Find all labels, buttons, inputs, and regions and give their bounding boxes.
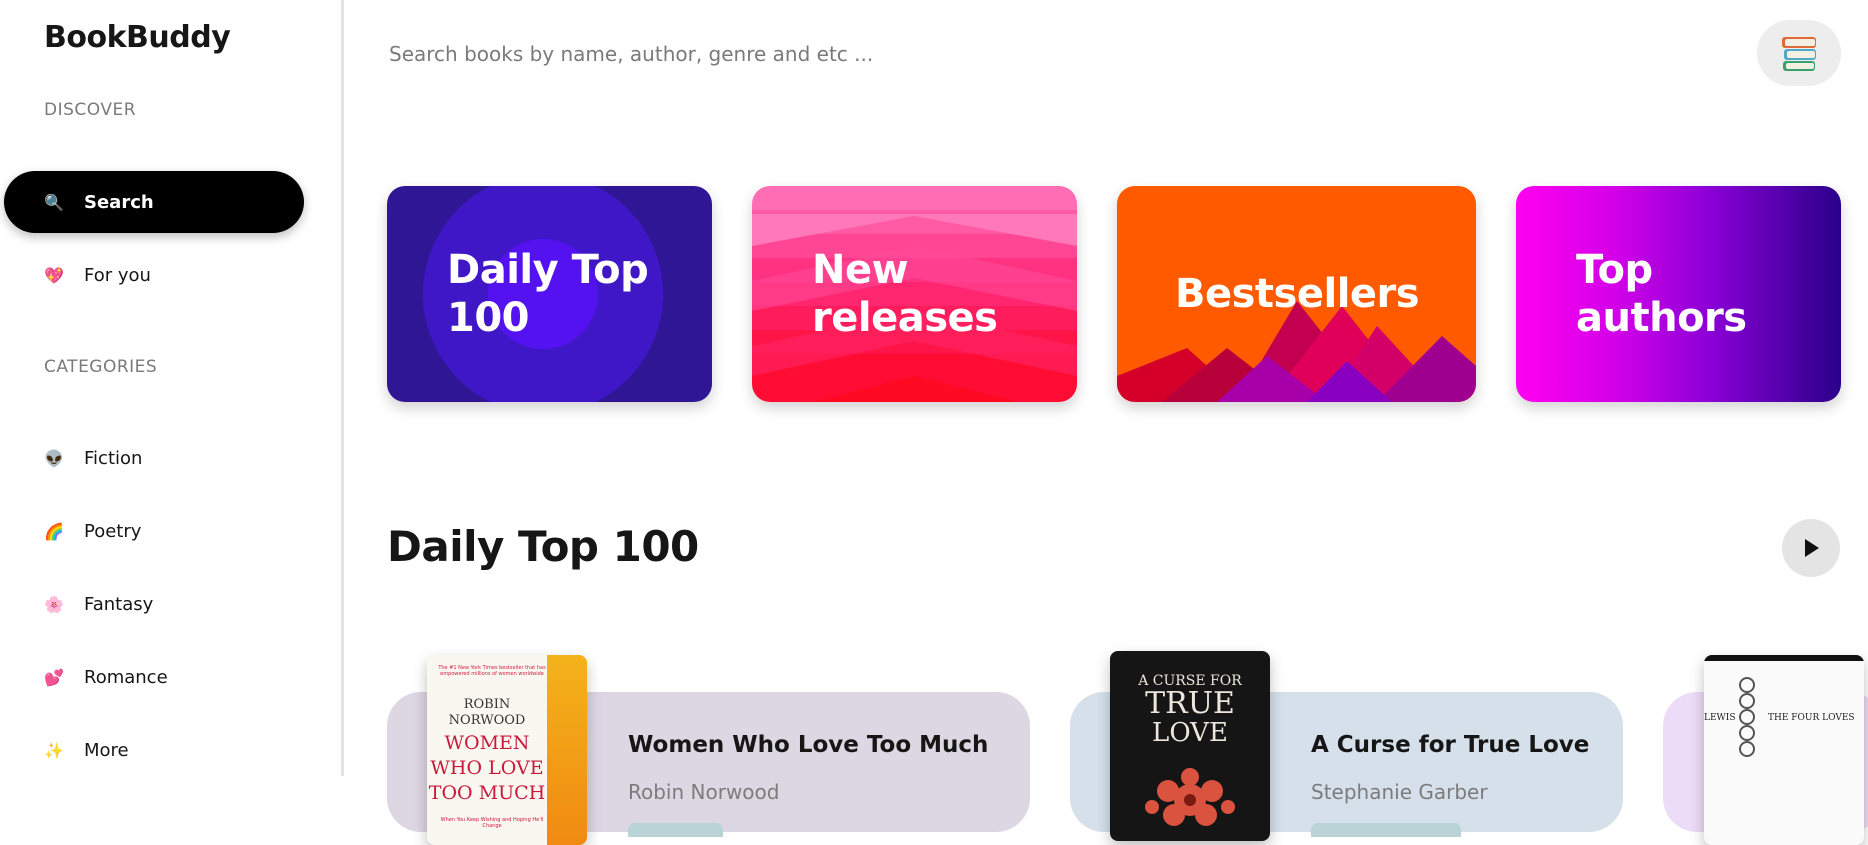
cover-title-line: WOMEN <box>444 732 530 754</box>
sidebar-item-label: Romance <box>84 666 168 688</box>
cover-title-line: TRUE <box>1145 686 1235 721</box>
categories-heading: CATEGORIES <box>44 357 158 377</box>
book-title[interactable]: A Curse for True Love <box>1311 732 1589 758</box>
sidebar-item-for-you[interactable]: 💖 For you <box>4 244 304 306</box>
alien-icon: 👽 <box>44 448 64 468</box>
cover-author-last: NORWOOD <box>448 713 526 728</box>
tile-label: authors <box>1576 295 1747 341</box>
chain-ornament <box>1739 677 1755 757</box>
sidebar-item-more[interactable]: ✨ More <box>4 719 304 781</box>
sidebar-item-fantasy[interactable]: 🌸 Fantasy <box>4 573 304 635</box>
cover-title-line: LOVE <box>1152 718 1228 748</box>
tile-label: New <box>812 247 909 293</box>
sparkles-icon: ✨ <box>44 740 64 760</box>
book-tag <box>1311 823 1461 837</box>
book-author: Stephanie Garber <box>1311 780 1488 804</box>
tile-top-authors[interactable]: Top authors <box>1516 186 1841 402</box>
sidebar-item-label: For you <box>84 264 151 286</box>
sidebar-item-label: Fiction <box>84 447 143 469</box>
rainbow-icon: 🌈 <box>44 521 64 541</box>
cover-tagline: The #1 New York Times bestseller that ha… <box>438 665 546 677</box>
tile-label: Daily Top <box>447 247 649 293</box>
play-icon <box>1805 539 1819 557</box>
tile-daily-top-100[interactable]: Daily Top 100 <box>387 186 712 402</box>
flower-ornament <box>1145 768 1235 826</box>
search-input[interactable] <box>387 38 1211 70</box>
sidebar-item-fiction[interactable]: 👽 Fiction <box>4 427 304 489</box>
sidebar-item-label: Search <box>84 191 154 213</box>
play-button[interactable] <box>1782 519 1840 577</box>
tile-bestsellers[interactable]: Bestsellers <box>1117 186 1476 402</box>
tile-new-releases[interactable]: New releases <box>752 186 1077 402</box>
book-title[interactable]: Women Who Love Too Much <box>628 732 988 758</box>
discover-heading: DISCOVER <box>44 100 137 120</box>
sidebar-item-romance[interactable]: 💕 Romance <box>4 646 304 708</box>
tile-label: Bestsellers <box>1175 271 1420 317</box>
flower-icon: 🌸 <box>44 594 64 614</box>
avatar[interactable] <box>1757 20 1841 86</box>
cover-subtitle: When You Keep Wishing and Hoping He'll C… <box>440 817 544 829</box>
sidebar-item-poetry[interactable]: 🌈 Poetry <box>4 500 304 562</box>
book-cover[interactable]: The #1 New York Times bestseller that ha… <box>427 655 587 845</box>
sidebar-item-label: Fantasy <box>84 593 154 615</box>
magnifier-icon: 🔍 <box>44 192 64 212</box>
book-author: Robin Norwood <box>628 780 780 804</box>
heart-icon: 💖 <box>44 265 64 285</box>
brand-logo[interactable]: BookBuddy <box>44 20 231 55</box>
sidebar-item-label: More <box>84 739 129 761</box>
book-cover[interactable]: A CURSE FOR TRUE LOVE <box>1110 651 1270 841</box>
cover-author-first: ROBIN <box>463 697 511 712</box>
tile-label: Top <box>1576 247 1653 293</box>
sidebar-item-label: Poetry <box>84 520 142 542</box>
section-title: Daily Top 100 <box>387 522 699 571</box>
sidebar: BookBuddy DISCOVER 🔍 Search 💖 For you CA… <box>0 0 344 776</box>
cover-title-line: THE FOUR LOVES <box>1768 713 1855 723</box>
sidebar-item-search[interactable]: 🔍 Search <box>4 171 304 233</box>
cover-title-line: TOO MUCH <box>428 782 546 804</box>
book-tag <box>628 823 723 837</box>
tile-label: releases <box>812 295 998 341</box>
tile-label: 100 <box>447 295 530 341</box>
cover-title-line: WHO LOVE <box>430 757 544 779</box>
books-stack-icon <box>1782 37 1816 71</box>
book-cover[interactable]: LEWIS THE FOUR LOVES <box>1704 655 1864 845</box>
cover-author-fragment: LEWIS <box>1704 713 1736 723</box>
hearts-icon: 💕 <box>44 667 64 687</box>
